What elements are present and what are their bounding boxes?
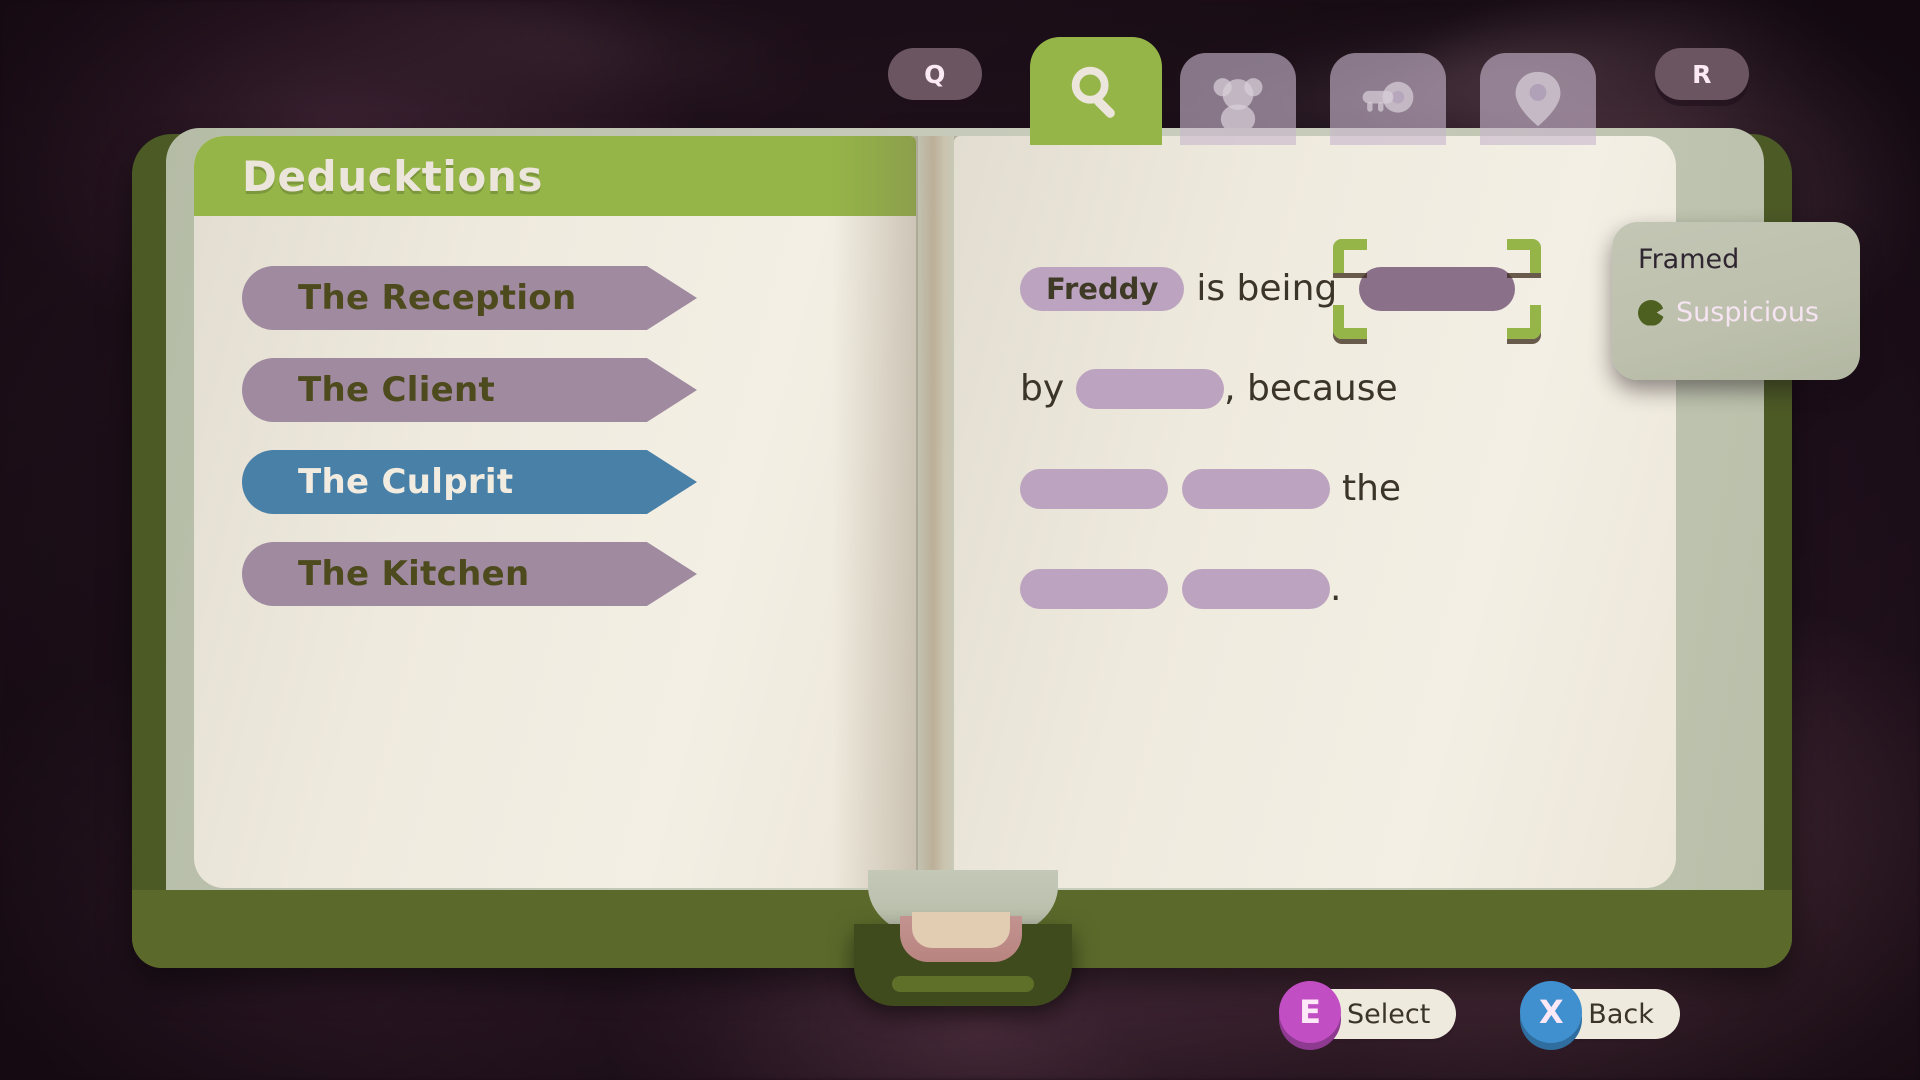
tab-search[interactable]: [1030, 37, 1162, 145]
next-tab-key-label: R: [1692, 59, 1712, 89]
next-tab-key-hint[interactable]: R: [1655, 48, 1749, 100]
sentence-blank[interactable]: [1020, 569, 1168, 609]
book-left-page: Deducktions The Reception The Client The: [194, 136, 916, 888]
tooltip-tag-row: Suspicious: [1638, 297, 1834, 328]
speech-bubble-icon: [1638, 299, 1664, 326]
page-title: Deducktions: [242, 151, 543, 201]
deduction-item-culprit[interactable]: The Culprit: [242, 450, 703, 522]
sentence-blank[interactable]: [1182, 469, 1330, 509]
sentence-chip-suspect[interactable]: Freddy: [1020, 267, 1185, 311]
deduction-book: Deducktions The Reception The Client The: [132, 128, 1792, 1006]
deduction-sentence: Freddy is being by , because the .: [1020, 239, 1620, 630]
top-tab-bar: Q R: [0, 0, 1920, 145]
deduction-item-kitchen[interactable]: The Kitchen: [242, 542, 703, 614]
book-gutter: [916, 136, 954, 888]
book-clasp-inner: [912, 912, 1010, 948]
deduction-item-label: The Kitchen: [298, 554, 530, 594]
select-prompt[interactable]: Select E: [1279, 981, 1457, 1043]
deduction-item-reception[interactable]: The Reception: [242, 266, 703, 338]
tab-evidence[interactable]: [1330, 53, 1446, 145]
back-key-icon: X: [1520, 981, 1583, 1043]
sentence-word: the: [1342, 468, 1402, 509]
map-pin-icon: [1511, 70, 1565, 128]
selection-bracket-bottom-right-icon: [1507, 305, 1542, 339]
sentence-punctuation: .: [1330, 568, 1342, 609]
sentence-line-4: .: [1020, 548, 1620, 630]
sentence-word: is being: [1196, 268, 1338, 309]
selection-bracket-top-right-icon: [1507, 239, 1542, 273]
sentence-word: by: [1020, 368, 1065, 409]
selection-bracket-top-left-icon: [1333, 239, 1368, 273]
sentence-blank: [1359, 267, 1516, 311]
deduction-item-label: The Reception: [298, 278, 577, 318]
sentence-slot-selected[interactable]: [1333, 239, 1542, 339]
tooltip-title: Framed: [1638, 244, 1740, 275]
book-clasp-strap: [892, 976, 1034, 992]
back-prompt[interactable]: Back X: [1520, 981, 1680, 1043]
prev-tab-key-label: Q: [924, 59, 946, 89]
left-page-header: Deducktions: [194, 136, 916, 216]
select-key-icon: E: [1279, 981, 1341, 1043]
button-prompt-bar: Select E Back X: [1279, 981, 1680, 1043]
deduction-item-client[interactable]: The Client: [242, 358, 703, 430]
tooltip-tag-label: Suspicious: [1676, 297, 1820, 328]
magnifier-icon: [1065, 60, 1127, 122]
deduction-list: The Reception The Client The Culprit The…: [194, 266, 916, 634]
sentence-line-1: Freddy is being: [1020, 239, 1620, 339]
key-icon: [1359, 70, 1417, 128]
sentence-line-2: by , because: [1020, 348, 1620, 430]
sentence-blank[interactable]: [1182, 569, 1330, 609]
tab-suspects[interactable]: [1180, 53, 1296, 145]
sentence-line-3: the: [1020, 448, 1620, 530]
tab-places[interactable]: [1480, 53, 1596, 145]
deduction-tooltip: Framed Suspicious: [1612, 222, 1860, 380]
deduction-item-label: The Culprit: [298, 462, 514, 502]
deduction-item-label: The Client: [298, 370, 496, 410]
game-screen: Q R Deducktions The Reception The Client…: [0, 0, 1920, 1080]
book-right-page: Freddy is being by , because the .: [954, 136, 1676, 888]
selection-bracket-bottom-left-icon: [1333, 305, 1368, 339]
sentence-punctuation: , because: [1224, 368, 1398, 409]
teddy-bear-icon: [1209, 70, 1267, 128]
sentence-blank[interactable]: [1020, 469, 1168, 509]
prev-tab-key-hint[interactable]: Q: [888, 48, 982, 100]
sentence-blank[interactable]: [1076, 369, 1225, 409]
